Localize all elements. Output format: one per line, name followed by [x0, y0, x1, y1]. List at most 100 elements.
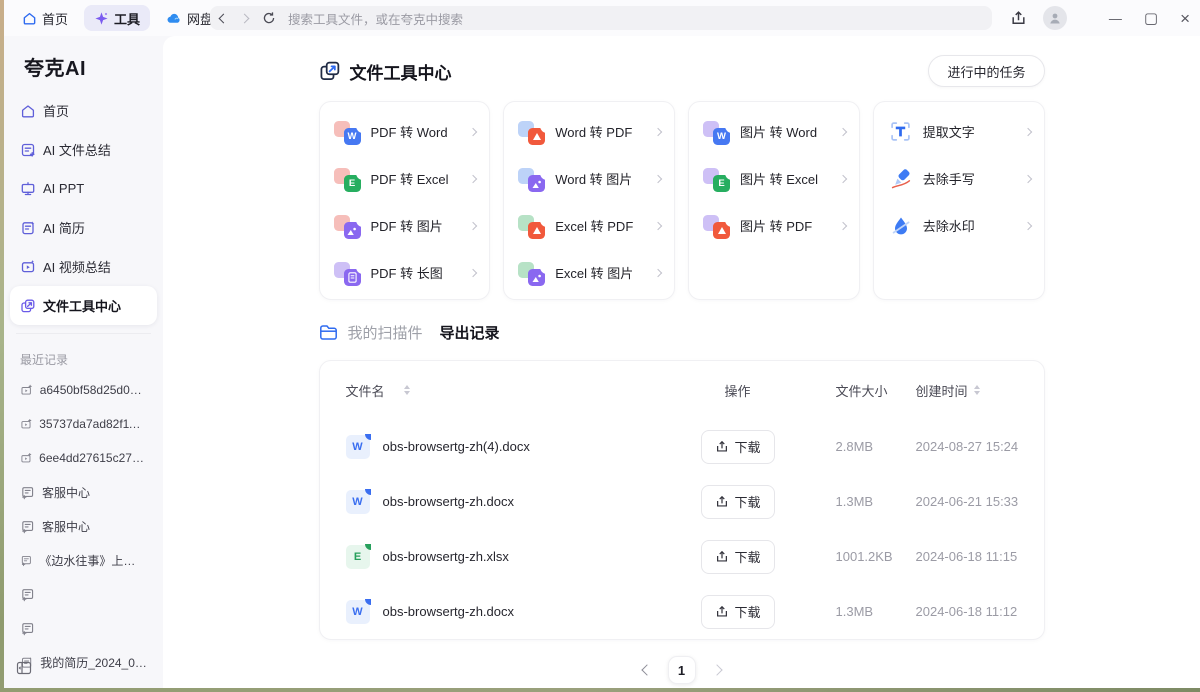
tool-grid: W PDF 转 Word E PDF 转 Excel PDF 转 图片 — [319, 101, 1045, 300]
doc-add-icon — [20, 587, 35, 602]
tab-home[interactable]: 首页 — [12, 5, 78, 31]
tool-pdf-to-long-image[interactable]: PDF 转 长图 — [320, 249, 490, 296]
recent-item[interactable]: 客服中心 — [10, 475, 157, 509]
remove-watermark-icon — [889, 214, 913, 238]
recent-item[interactable]: 《边水往事》上映平台... — [10, 543, 157, 577]
tab-export-records[interactable]: 导出记录 — [440, 322, 500, 343]
chevron-right-icon — [654, 221, 662, 229]
recent-item-label: 35737da7ad82f11ac66... — [39, 417, 147, 431]
tool-remove-watermark[interactable]: 去除水印 — [874, 202, 1044, 249]
sidebar-item-label: 首页 — [43, 101, 69, 120]
tab-tools[interactable]: 工具 — [84, 5, 150, 31]
chevron-right-icon — [654, 174, 662, 182]
chevron-right-icon — [469, 127, 477, 135]
pdf-to-long-image-icon — [334, 259, 361, 286]
tool-image-to-excel[interactable]: E 图片 转 Excel — [689, 155, 859, 202]
recent-item[interactable]: a6450bf58d25d0e251... — [10, 373, 157, 407]
download-button[interactable]: 下载 — [701, 595, 775, 629]
folder-icon — [319, 324, 338, 341]
ai-video-icon — [20, 259, 36, 275]
share-icon[interactable] — [1010, 10, 1027, 27]
recent-item[interactable]: 我的简历_2024_08_05 — [10, 645, 157, 679]
export-icon — [715, 550, 729, 564]
erase-handwriting-icon — [889, 167, 913, 191]
tool-extract-text[interactable]: 提取文字 — [874, 108, 1044, 155]
sparkle-icon — [94, 11, 109, 26]
sort-filename-icon[interactable] — [404, 385, 410, 396]
tool-label: 去除水印 — [923, 216, 1025, 235]
header-action: 操作 — [701, 381, 751, 400]
table-header: 文件名 操作 文件大小 创建时间 — [346, 361, 1018, 419]
tool-label: 提取文字 — [923, 122, 1025, 141]
created-time: 2024-08-27 15:24 — [916, 439, 1019, 454]
tool-word-to-pdf[interactable]: Word 转 PDF — [504, 108, 674, 155]
excel-file-icon: E — [346, 545, 370, 569]
tab-my-scans[interactable]: 我的扫描件 — [348, 322, 423, 343]
maximize-button[interactable]: ▢ — [1144, 11, 1158, 26]
current-page[interactable]: 1 — [668, 656, 696, 684]
address-search-bar[interactable]: 搜索工具文件，或在夸克中搜索 — [210, 6, 992, 30]
header-created[interactable]: 创建时间 — [916, 381, 968, 400]
forward-icon[interactable] — [240, 13, 250, 23]
recent-item[interactable]: 6ee4dd27615c277af85... — [10, 441, 157, 475]
sort-created-icon[interactable] — [974, 385, 980, 396]
image-to-pdf-icon — [703, 212, 730, 239]
video-record-icon — [20, 383, 33, 398]
tool-image-to-pdf[interactable]: 图片 转 PDF — [689, 202, 859, 249]
download-button[interactable]: 下载 — [701, 485, 775, 519]
page-title: 文件工具中心 — [350, 59, 452, 84]
back-icon[interactable] — [219, 13, 229, 23]
chevron-right-icon — [1023, 221, 1031, 229]
ongoing-tasks-button[interactable]: 进行中的任务 — [928, 55, 1044, 87]
recent-list: a6450bf58d25d0e251... 35737da7ad82f11ac6… — [4, 373, 163, 679]
chevron-right-icon — [654, 127, 662, 135]
recent-item[interactable]: 35737da7ad82f11ac66... — [10, 407, 157, 441]
browser-window: 首页 工具 网盘 搜索工具文件，或在夸克中搜索 — [4, 0, 1200, 688]
tool-pdf-to-word[interactable]: W PDF 转 Word — [320, 108, 490, 155]
tool-label: Excel 转 PDF — [555, 216, 655, 235]
sidebar-item-ai-resume[interactable]: AI 简历 — [10, 208, 157, 247]
header-filename[interactable]: 文件名 — [346, 381, 385, 400]
avatar[interactable] — [1043, 6, 1067, 30]
recent-item[interactable]: 客服中心 — [10, 509, 157, 543]
pagination: 1 — [319, 656, 1045, 684]
tool-label: 去除手写 — [923, 169, 1025, 188]
prev-page-icon[interactable] — [641, 664, 652, 675]
sidebar-item-ai-doc-summary[interactable]: AI 文件总结 — [10, 130, 157, 169]
image-to-excel-icon: E — [703, 165, 730, 192]
tool-label: Word 转 图片 — [555, 169, 655, 188]
tool-excel-to-image[interactable]: Excel 转 图片 — [504, 249, 674, 296]
file-name: obs-browsertg-zh(4).docx — [383, 439, 530, 454]
tool-erase-handwriting[interactable]: 去除手写 — [874, 155, 1044, 202]
minimize-button[interactable]: — — [1109, 12, 1122, 25]
file-size: 1.3MB — [836, 604, 874, 619]
table-row: W obs-browsertg-zh.docx 下载 1.3MB 2024-06… — [346, 584, 1018, 639]
collapse-panel-icon — [16, 661, 32, 675]
sidebar-item-file-tools[interactable]: 文件工具中心 — [10, 286, 157, 325]
sidebar-item-ai-ppt[interactable]: AI PPT — [10, 169, 157, 208]
sidebar-item-home[interactable]: 首页 — [10, 91, 157, 130]
doc-add-icon — [20, 553, 32, 568]
download-button[interactable]: 下载 — [701, 540, 775, 574]
tool-label: PDF 转 Word — [371, 122, 471, 141]
sidebar-item-ai-video-summary[interactable]: AI 视频总结 — [10, 247, 157, 286]
tool-card-word-excel: Word 转 PDF Word 转 图片 Excel 转 PDF — [503, 101, 675, 300]
recent-item-label: 《边水往事》上映平台... — [39, 552, 147, 569]
pdf-to-excel-icon: E — [334, 165, 361, 192]
file-name: obs-browsertg-zh.docx — [383, 604, 515, 619]
tool-pdf-to-image[interactable]: PDF 转 图片 — [320, 202, 490, 249]
refresh-icon[interactable] — [262, 11, 276, 25]
main-panel: 文件工具中心 进行中的任务 W PDF 转 Word E PDF 转 Exc — [163, 36, 1200, 688]
ai-doc-icon — [20, 142, 36, 158]
recent-item[interactable] — [10, 577, 157, 611]
image-to-word-icon: W — [703, 118, 730, 145]
download-button[interactable]: 下载 — [701, 430, 775, 464]
close-button[interactable]: × — [1180, 10, 1190, 27]
tool-excel-to-pdf[interactable]: Excel 转 PDF — [504, 202, 674, 249]
collapse-sidebar-button[interactable] — [16, 661, 32, 680]
recent-item[interactable] — [10, 611, 157, 645]
tool-word-to-image[interactable]: Word 转 图片 — [504, 155, 674, 202]
tool-image-to-word[interactable]: W 图片 转 Word — [689, 108, 859, 155]
tool-pdf-to-excel[interactable]: E PDF 转 Excel — [320, 155, 490, 202]
next-page-icon[interactable] — [711, 664, 722, 675]
